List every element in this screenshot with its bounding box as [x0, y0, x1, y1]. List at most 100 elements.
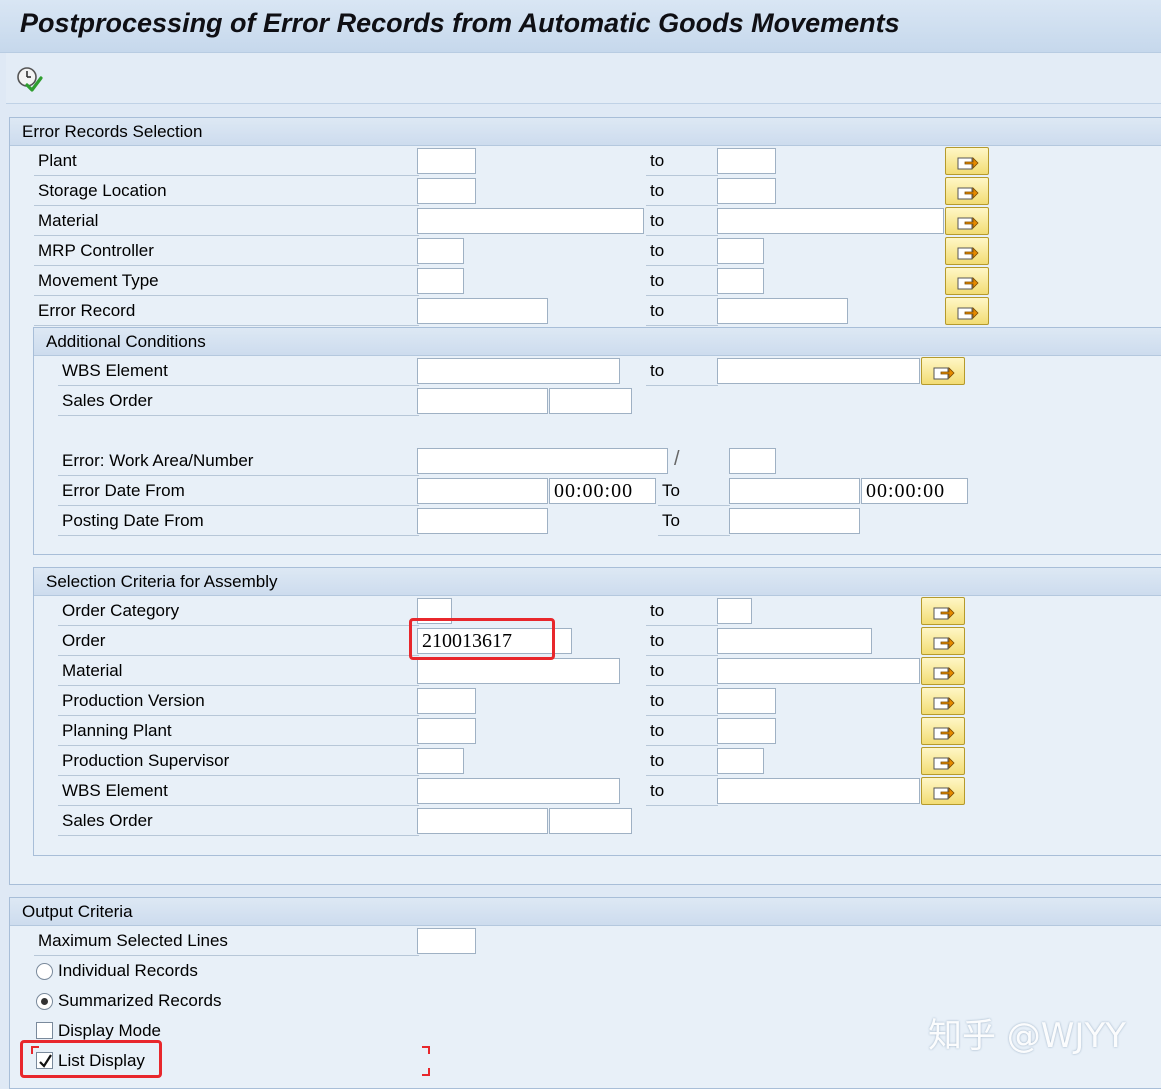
bracket-mark — [422, 1046, 430, 1054]
storage-location-from-input[interactable] — [417, 178, 476, 204]
sales-order-input[interactable] — [417, 808, 548, 834]
error-date-label: Error Date From — [58, 477, 419, 506]
multiple-selection-button[interactable] — [921, 747, 965, 775]
arrow-right-icon — [957, 247, 979, 260]
multiple-selection-button[interactable] — [945, 177, 989, 205]
multiple-selection-button[interactable] — [921, 657, 965, 685]
error-time-from-input[interactable]: 00:00:00 — [549, 478, 656, 504]
posting-date-from-input[interactable] — [417, 508, 548, 534]
max-lines-label: Maximum Selected Lines — [34, 927, 419, 956]
multiple-selection-button[interactable] — [945, 297, 989, 325]
application-toolbar — [6, 53, 1161, 104]
error-date-from-input[interactable] — [417, 478, 548, 504]
separator-slash: / — [674, 448, 680, 470]
error-date-to-input[interactable] — [729, 478, 860, 504]
arrow-right-icon — [957, 307, 979, 320]
multiple-selection-button[interactable] — [945, 237, 989, 265]
sales-order-label: Sales Order — [58, 807, 419, 836]
material-to-input[interactable] — [717, 658, 920, 684]
mrp-controller-label: MRP Controller — [34, 237, 419, 266]
to-label: to — [646, 297, 718, 326]
to-label: to — [646, 777, 718, 806]
arrow-right-icon — [933, 697, 955, 710]
individual-records-radio[interactable] — [36, 963, 53, 980]
order-label: Order — [58, 627, 419, 656]
order-highlight-box — [409, 618, 555, 660]
multiple-selection-button[interactable] — [921, 357, 965, 385]
mrp-controller-from-input[interactable] — [417, 238, 464, 264]
arrow-right-icon — [957, 217, 979, 230]
order-category-to-input[interactable] — [717, 598, 752, 624]
sales-order-item-input[interactable] — [549, 388, 632, 414]
multiple-selection-button[interactable] — [921, 627, 965, 655]
wbs-element-label: WBS Element — [58, 357, 419, 386]
wbs-element-to-input[interactable] — [717, 778, 920, 804]
to-label: to — [646, 267, 718, 296]
planning-plant-to-input[interactable] — [717, 718, 776, 744]
multiple-selection-button[interactable] — [921, 777, 965, 805]
arrow-right-icon — [957, 277, 979, 290]
to-label: To — [658, 477, 730, 506]
multiple-selection-button[interactable] — [921, 717, 965, 745]
material-from-input[interactable] — [417, 658, 620, 684]
clock-check-icon[interactable] — [15, 65, 43, 93]
error-record-from-input[interactable] — [417, 298, 548, 324]
movement-type-to-input[interactable] — [717, 268, 764, 294]
multiple-selection-button[interactable] — [945, 207, 989, 235]
to-label: to — [646, 147, 718, 176]
error-work-area-input[interactable] — [417, 448, 668, 474]
storage-location-to-input[interactable] — [717, 178, 776, 204]
list-display-highlight-box — [20, 1040, 162, 1078]
plant-to-input[interactable] — [717, 148, 776, 174]
movement-type-from-input[interactable] — [417, 268, 464, 294]
error-record-label: Error Record — [34, 297, 419, 326]
individual-records-label: Individual Records — [58, 961, 198, 980]
arrow-right-icon — [933, 667, 955, 680]
to-label: to — [646, 237, 718, 266]
sales-order-input[interactable] — [417, 388, 548, 414]
watermark: 知乎 @WJYY — [928, 1016, 1126, 1056]
multiple-selection-button[interactable] — [921, 597, 965, 625]
order-category-label: Order Category — [58, 597, 419, 626]
max-lines-input[interactable] — [417, 928, 476, 954]
to-label: To — [658, 507, 730, 536]
arrow-right-icon — [933, 757, 955, 770]
error-time-to-input[interactable]: 00:00:00 — [861, 478, 968, 504]
wbs-element-to-input[interactable] — [717, 358, 920, 384]
material-label: Material — [58, 657, 419, 686]
summarized-records-radio[interactable] — [36, 993, 53, 1010]
posting-date-to-input[interactable] — [729, 508, 860, 534]
wbs-element-from-input[interactable] — [417, 358, 620, 384]
production-supervisor-from-input[interactable] — [417, 748, 464, 774]
frame-header: Additional Conditions — [34, 328, 1161, 356]
error-record-to-input[interactable] — [717, 298, 848, 324]
summarized-records-label: Summarized Records — [58, 991, 222, 1010]
page-title: Postprocessing of Error Records from Aut… — [20, 8, 900, 38]
to-label: to — [646, 357, 718, 386]
material-to-input[interactable] — [717, 208, 944, 234]
error-number-input[interactable] — [729, 448, 776, 474]
to-label: to — [646, 657, 718, 686]
plant-from-input[interactable] — [417, 148, 476, 174]
material-from-input[interactable] — [417, 208, 644, 234]
multiple-selection-button[interactable] — [921, 687, 965, 715]
production-version-to-input[interactable] — [717, 688, 776, 714]
production-supervisor-label: Production Supervisor — [58, 747, 419, 776]
arrow-right-icon — [933, 787, 955, 800]
production-supervisor-to-input[interactable] — [717, 748, 764, 774]
multiple-selection-button[interactable] — [945, 147, 989, 175]
arrow-right-icon — [933, 607, 955, 620]
order-to-input[interactable] — [717, 628, 872, 654]
frame-header: Output Criteria — [10, 898, 1161, 926]
sales-order-item-input[interactable] — [549, 808, 632, 834]
display-mode-checkbox[interactable] — [36, 1022, 53, 1039]
mrp-controller-to-input[interactable] — [717, 238, 764, 264]
planning-plant-label: Planning Plant — [58, 717, 419, 746]
bracket-mark — [422, 1068, 430, 1076]
to-label: to — [646, 207, 718, 236]
planning-plant-from-input[interactable] — [417, 718, 476, 744]
wbs-element-from-input[interactable] — [417, 778, 620, 804]
to-label: to — [646, 627, 718, 656]
multiple-selection-button[interactable] — [945, 267, 989, 295]
production-version-from-input[interactable] — [417, 688, 476, 714]
